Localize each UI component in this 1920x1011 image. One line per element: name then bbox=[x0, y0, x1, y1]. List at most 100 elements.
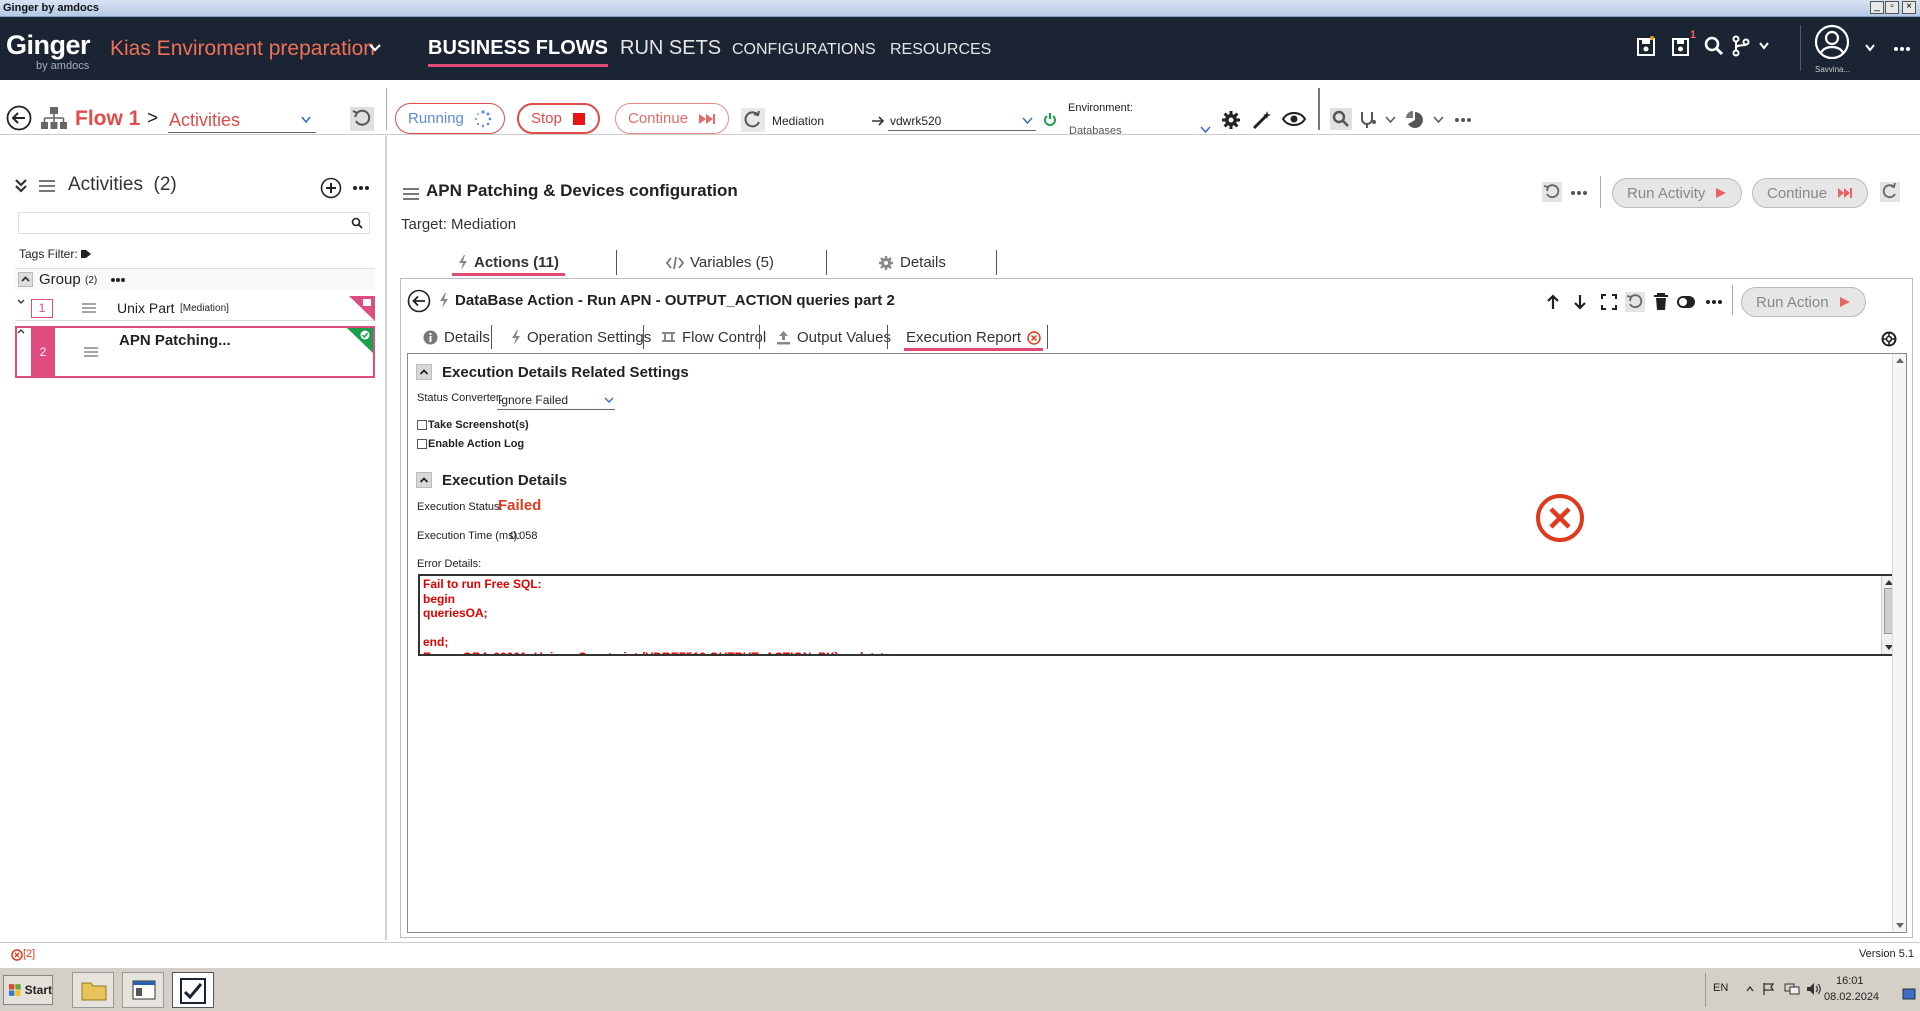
activity-item[interactable]: 1 Unix Part [Mediation] bbox=[15, 296, 375, 321]
take-screenshots-checkbox[interactable] bbox=[417, 420, 427, 430]
save-all-icon[interactable] bbox=[1636, 35, 1656, 57]
more-icon[interactable] bbox=[110, 277, 126, 283]
close-window-button[interactable]: × bbox=[1902, 1, 1916, 14]
run-activity-button[interactable]: Run Activity bbox=[1612, 178, 1743, 208]
action-tab-execution-report[interactable]: Execution Report bbox=[904, 329, 1044, 351]
view-selector[interactable]: Activities bbox=[169, 110, 240, 131]
more-icon[interactable] bbox=[352, 185, 370, 191]
undo-icon[interactable] bbox=[1625, 292, 1645, 312]
status-converter-select[interactable]: Ignore Failed bbox=[498, 393, 568, 407]
more-icon[interactable] bbox=[1893, 46, 1911, 52]
activities-search-input[interactable] bbox=[18, 212, 370, 234]
notifications-icon[interactable] bbox=[1671, 35, 1691, 57]
eye-icon[interactable] bbox=[1282, 111, 1306, 127]
add-activity-icon[interactable] bbox=[320, 177, 342, 199]
chevron-up-icon[interactable] bbox=[17, 328, 25, 336]
enable-action-log-checkbox[interactable] bbox=[417, 439, 427, 449]
volume-icon[interactable] bbox=[1806, 982, 1822, 996]
reports-pie-icon[interactable] bbox=[1405, 110, 1425, 130]
more-icon[interactable] bbox=[1454, 117, 1472, 123]
taskbar-explorer[interactable] bbox=[72, 972, 114, 1008]
nav-run-sets[interactable]: RUN SETS bbox=[620, 37, 721, 60]
search-icon[interactable] bbox=[351, 217, 363, 229]
activity-item-selected[interactable]: 2 APN Patching... bbox=[15, 326, 375, 378]
chevron-down-icon[interactable] bbox=[1022, 116, 1033, 125]
continue-activity-button[interactable]: Continue bbox=[1752, 178, 1869, 208]
nav-configurations[interactable]: CONFIGURATIONS bbox=[732, 41, 876, 59]
toggle-icon[interactable] bbox=[1676, 295, 1696, 309]
reset-icon[interactable] bbox=[741, 108, 765, 132]
magic-wand-icon[interactable] bbox=[1252, 110, 1272, 130]
activity-title[interactable]: APN Patching & Devices configuration bbox=[426, 181, 738, 201]
chevron-down-icon[interactable] bbox=[1433, 115, 1444, 124]
back-icon[interactable] bbox=[407, 289, 431, 313]
start-button[interactable]: Start bbox=[3, 975, 53, 1005]
arrow-up-icon[interactable] bbox=[1546, 294, 1560, 310]
group-collapse-button[interactable] bbox=[18, 272, 33, 287]
action-tab-details[interactable]: Details bbox=[423, 329, 490, 346]
show-desktop-icon[interactable] bbox=[1902, 987, 1916, 1001]
gear-icon[interactable] bbox=[1221, 110, 1241, 130]
power-icon[interactable] bbox=[1043, 112, 1057, 126]
analyzer-icon[interactable] bbox=[1358, 110, 1378, 130]
error-count[interactable]: [2] bbox=[23, 948, 35, 960]
expand-icon[interactable] bbox=[1601, 294, 1617, 310]
scroll-up-icon[interactable] bbox=[1896, 357, 1904, 363]
chevron-down-icon[interactable] bbox=[1758, 40, 1770, 52]
chevron-down-icon[interactable] bbox=[368, 41, 382, 55]
continue-button[interactable]: Continue bbox=[615, 103, 730, 134]
nav-business-flows[interactable]: BUSINESS FLOWS bbox=[428, 37, 609, 67]
solution-selector[interactable]: Kias Enviroment preparation bbox=[110, 37, 375, 61]
undo-icon[interactable] bbox=[350, 107, 374, 131]
agent-selector[interactable]: vdwrk520 bbox=[890, 114, 941, 128]
undo-icon[interactable] bbox=[1542, 182, 1562, 202]
drag-handle-icon[interactable] bbox=[81, 302, 97, 314]
flag-icon[interactable] bbox=[1762, 982, 1776, 996]
user-avatar-icon[interactable] bbox=[1813, 23, 1851, 61]
activity-group-header[interactable]: Group (2) bbox=[15, 268, 375, 290]
flow-name[interactable]: Flow 1 bbox=[75, 107, 140, 131]
clock-date[interactable]: 08.02.2024 bbox=[1824, 991, 1879, 1003]
chevron-down-icon[interactable] bbox=[17, 298, 25, 306]
help-lifebuoy-icon[interactable] bbox=[1881, 331, 1897, 347]
action-tab-operation-settings[interactable]: Operation Settings bbox=[511, 329, 651, 346]
back-icon[interactable] bbox=[6, 105, 32, 131]
report-scrollbar[interactable] bbox=[1892, 354, 1906, 932]
more-icon[interactable] bbox=[1570, 190, 1588, 196]
run-action-button[interactable]: Run Action bbox=[1741, 287, 1866, 317]
minimize-button[interactable]: _ bbox=[1870, 1, 1884, 14]
maximize-button[interactable]: ▫ bbox=[1885, 1, 1899, 14]
chevron-down-icon[interactable] bbox=[1385, 115, 1396, 124]
tags-filter[interactable]: Tags Filter: bbox=[19, 247, 92, 261]
reset-icon[interactable] bbox=[1880, 182, 1900, 202]
settings-collapse-button[interactable] bbox=[416, 364, 432, 380]
action-title[interactable]: DataBase Action - Run APN - OUTPUT_ACTIO… bbox=[455, 292, 895, 309]
chevron-down-icon[interactable] bbox=[1200, 125, 1211, 134]
taskbar-app[interactable] bbox=[122, 972, 164, 1008]
arrow-down-icon[interactable] bbox=[1573, 294, 1587, 310]
clock-time[interactable]: 16:01 bbox=[1836, 975, 1864, 987]
collapse-all-icon[interactable] bbox=[14, 178, 28, 194]
action-tab-flow-control[interactable]: Flow Control bbox=[661, 329, 766, 346]
stop-button[interactable]: Stop bbox=[517, 103, 600, 134]
nav-resources[interactable]: RESOURCES bbox=[890, 41, 991, 59]
details-collapse-button[interactable] bbox=[416, 472, 432, 488]
search-icon[interactable] bbox=[1703, 35, 1725, 57]
action-tab-output-values[interactable]: Output Values bbox=[776, 329, 891, 346]
tab-actions[interactable]: Actions (11) bbox=[452, 254, 566, 276]
taskbar-ginger[interactable] bbox=[172, 972, 214, 1008]
chevron-up-icon[interactable] bbox=[1746, 985, 1754, 993]
network-icon[interactable] bbox=[1784, 982, 1800, 996]
search-icon[interactable] bbox=[1330, 108, 1352, 130]
delete-icon[interactable] bbox=[1653, 293, 1669, 311]
drag-handle-icon[interactable] bbox=[83, 346, 99, 358]
source-control-icon[interactable] bbox=[1730, 35, 1752, 57]
language-indicator[interactable]: EN bbox=[1713, 982, 1728, 994]
tab-details[interactable]: Details bbox=[878, 254, 946, 271]
scroll-down-icon[interactable] bbox=[1896, 923, 1904, 929]
chevron-down-icon[interactable] bbox=[604, 396, 614, 404]
tab-variables[interactable]: Variables (5) bbox=[666, 254, 774, 271]
error-details-textbox[interactable]: Fail to run Free SQL: begin queriesOA; e… bbox=[418, 574, 1898, 656]
more-icon[interactable] bbox=[1705, 299, 1723, 305]
error-icon[interactable] bbox=[11, 949, 23, 961]
